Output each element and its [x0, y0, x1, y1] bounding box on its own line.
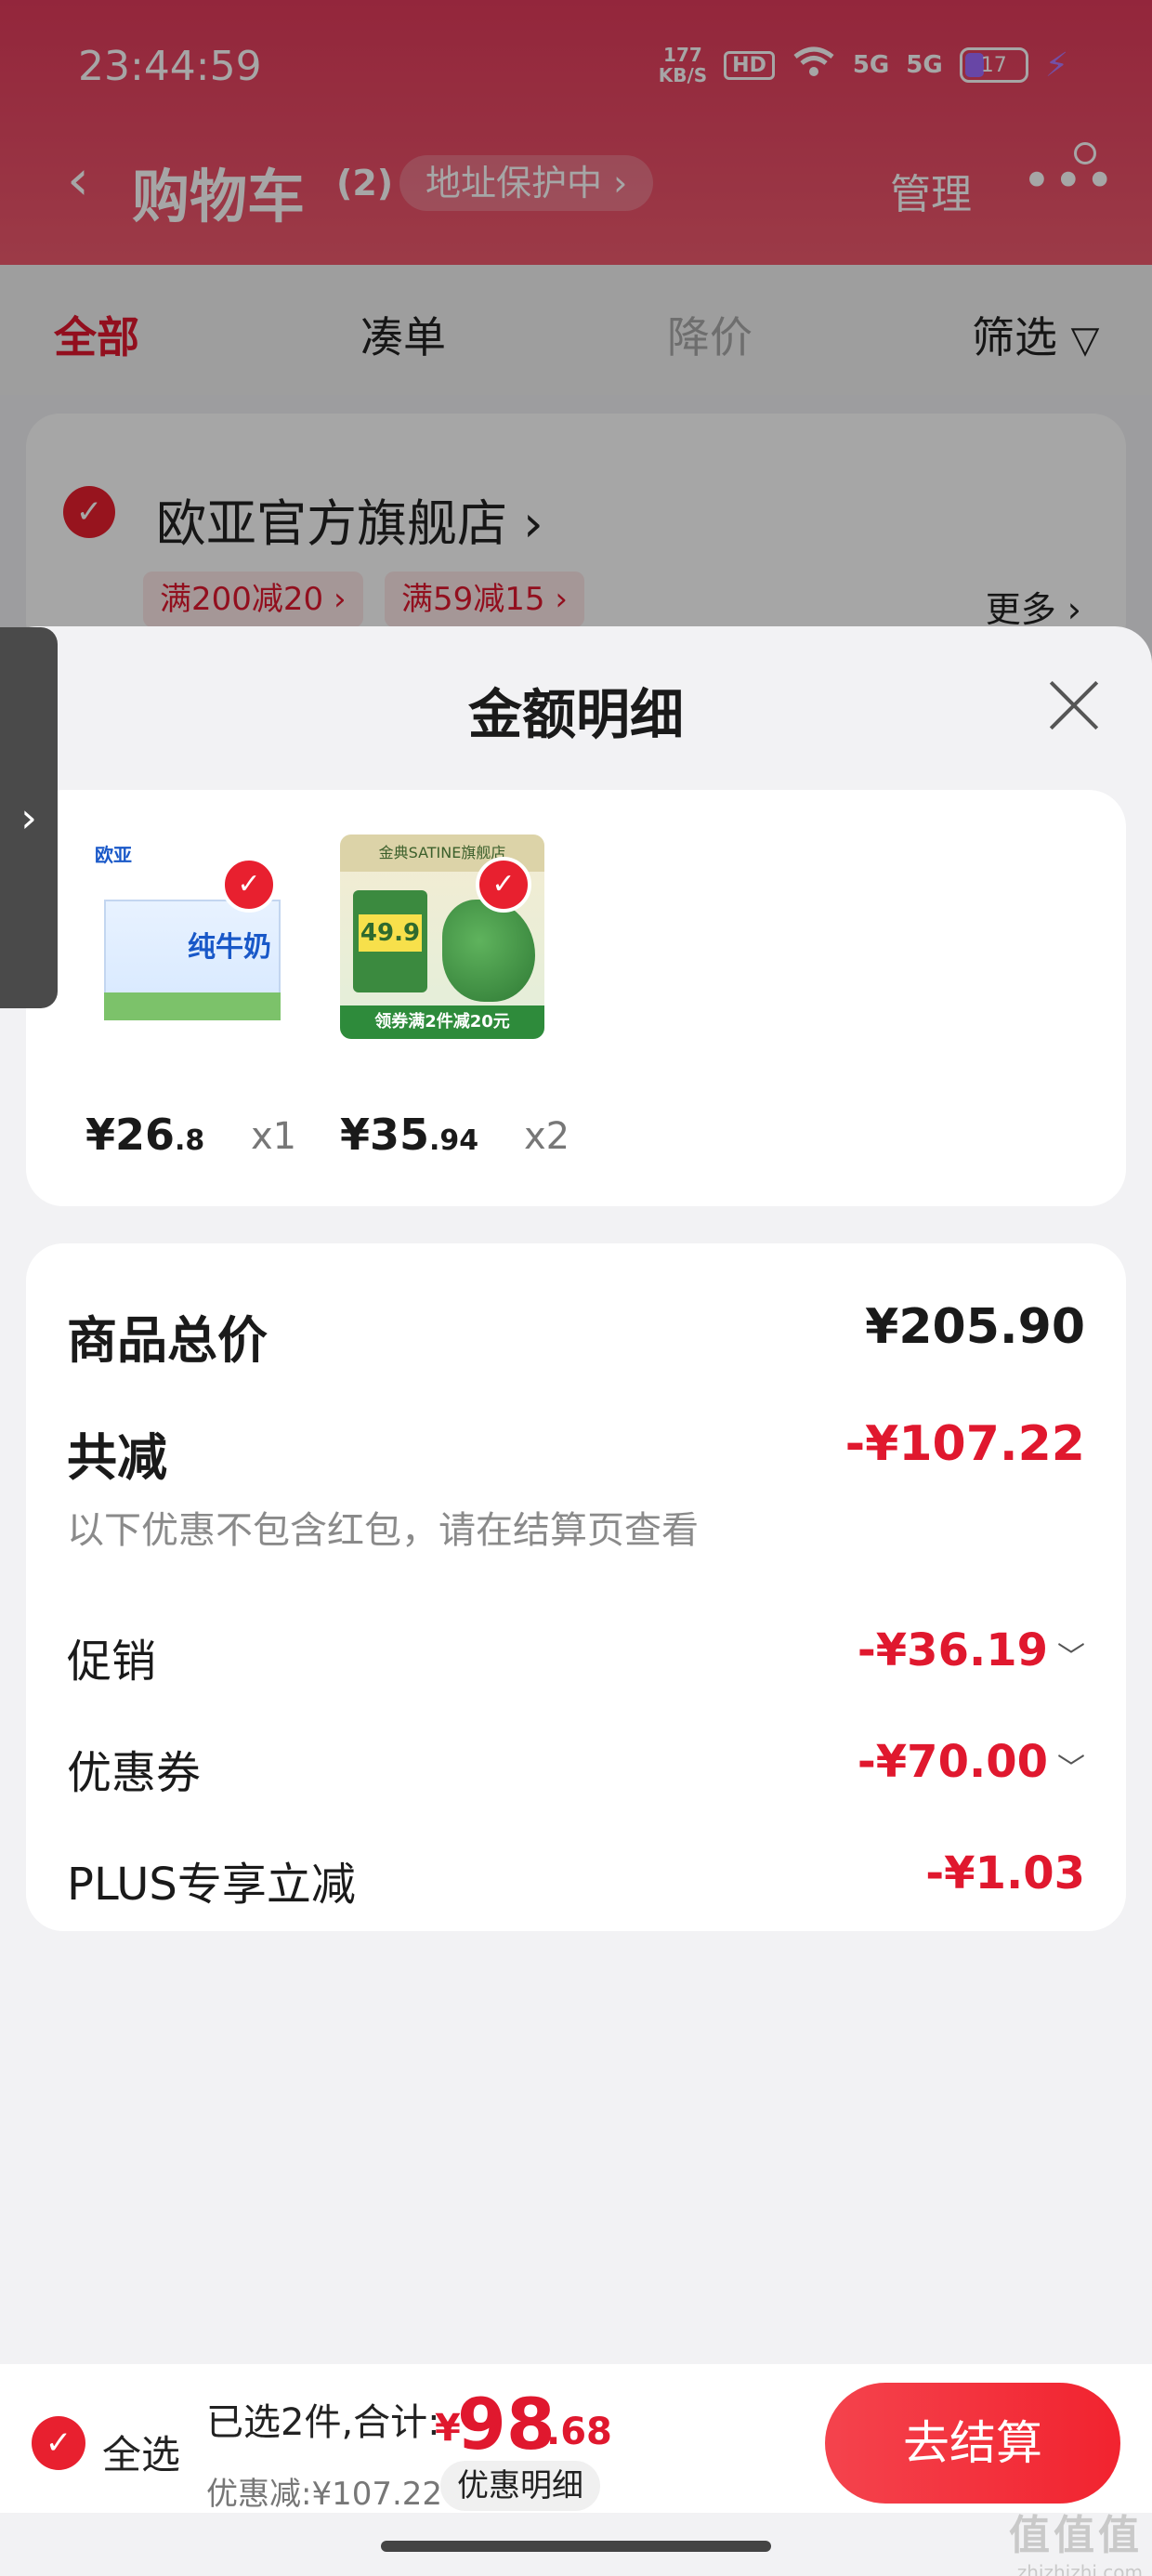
promotion-value: -¥36.19: [857, 1624, 1048, 1676]
discount-amount: 优惠减:¥107.22: [206, 2476, 443, 2513]
checkout-button[interactable]: 去结算: [825, 2383, 1120, 2504]
product-price: ¥35.94: [340, 1110, 478, 1160]
chevron-down-icon[interactable]: ﹀: [1057, 1745, 1085, 1786]
selected-info: 已选2件,合计:: [206, 2401, 440, 2444]
checkout-bar: ✓ 全选 已选2件,合计: ¥ 98 .68 优惠减:¥107.22 优惠明细 …: [0, 2364, 1152, 2513]
product-image-price: 49.9: [359, 914, 422, 952]
price-decimal: .94: [429, 1124, 479, 1157]
plus-discount-row: PLUS专享立减 -¥1.03: [67, 1847, 1085, 1912]
plus-discount-label: PLUS专享立减: [67, 1859, 356, 1911]
total-decimal: .68: [546, 2411, 612, 2453]
discount-detail-button[interactable]: 优惠明细: [440, 2461, 600, 2511]
home-indicator[interactable]: [381, 2541, 771, 2552]
total-integer: 98: [457, 2383, 556, 2465]
total-reduce-value: -¥107.22: [844, 1416, 1085, 1472]
product-item[interactable]: 欧亚 纯牛奶 ✓ ¥26.8 x1: [85, 835, 305, 1160]
product-image-text: 纯牛奶: [188, 931, 271, 964]
product-image-logo: 欧亚: [95, 844, 132, 866]
goods-total-row: 商品总价 ¥205.90: [67, 1299, 1085, 1370]
product-price: ¥26.8: [85, 1110, 204, 1160]
product-image-banner: 领券满2件减20元: [340, 1005, 544, 1039]
product-image-milk: 欧亚 纯牛奶 ✓: [85, 835, 290, 1039]
goods-total-value: ¥205.90: [865, 1299, 1085, 1355]
sheet-title: 金额明细: [467, 683, 684, 746]
total-reduce-label: 共减: [67, 1428, 167, 1487]
price-integer: ¥35: [340, 1110, 430, 1160]
watermark-url: zhizhizhi.com: [1016, 2561, 1143, 2576]
close-icon[interactable]: [1046, 677, 1102, 732]
watermark-logo: 值值值: [1009, 2512, 1143, 2559]
coupon-label: 优惠券: [67, 1747, 202, 1799]
product-price-row: ¥26.8 x1: [85, 1110, 327, 1165]
check-icon: ✓: [221, 857, 277, 913]
selected-products-card: 欧亚 纯牛奶 ✓ ¥26.8 x1 金典SATINE旗舰店 49.9 领券满2件…: [26, 790, 1126, 1206]
discount-note: 以下优惠不包含红包，请在结算页查看: [67, 1509, 699, 1552]
price-integer: ¥26: [85, 1110, 176, 1160]
price-summary-card: 商品总价 ¥205.90 共减 -¥107.22 以下优惠不包含红包，请在结算页…: [26, 1243, 1126, 1931]
product-item[interactable]: 金典SATINE旗舰店 49.9 领券满2件减20元 ✓ ¥35.94 x2: [340, 835, 569, 1160]
product-price-row: ¥35.94 x2: [340, 1110, 582, 1165]
chevron-down-icon[interactable]: ﹀: [1057, 1634, 1085, 1675]
product-quantity: x2: [524, 1115, 570, 1158]
check-icon: ✓: [476, 857, 531, 913]
select-all-checkbox[interactable]: ✓: [32, 2416, 85, 2470]
coupon-row[interactable]: 优惠券 -¥70.00 ﹀: [67, 1736, 1085, 1801]
goods-total-label: 商品总价: [67, 1311, 268, 1370]
promotion-label: 促销: [67, 1636, 157, 1688]
amount-detail-sheet: 金额明细 欧亚 纯牛奶 ✓ ¥26.8 x1 金典SATINE旗舰店 49.9 …: [0, 626, 1152, 2364]
home-area: [0, 2513, 1152, 2576]
price-decimal: .8: [175, 1124, 205, 1157]
coupon-value: -¥70.00: [857, 1736, 1048, 1788]
plus-discount-value: -¥1.03: [925, 1847, 1085, 1899]
product-image-satine: 金典SATINE旗舰店 49.9 领券满2件减20元 ✓: [340, 835, 544, 1039]
product-quantity: x1: [251, 1115, 297, 1158]
total-reduce-row: 共减 -¥107.22: [67, 1416, 1085, 1487]
promotion-row[interactable]: 促销 -¥36.19 ﹀: [67, 1624, 1085, 1689]
side-expand-icon[interactable]: ›: [0, 627, 58, 1008]
select-all-label[interactable]: 全选: [102, 2424, 180, 2480]
watermark: 值值值 zhizhizhi.com: [1009, 2502, 1143, 2576]
